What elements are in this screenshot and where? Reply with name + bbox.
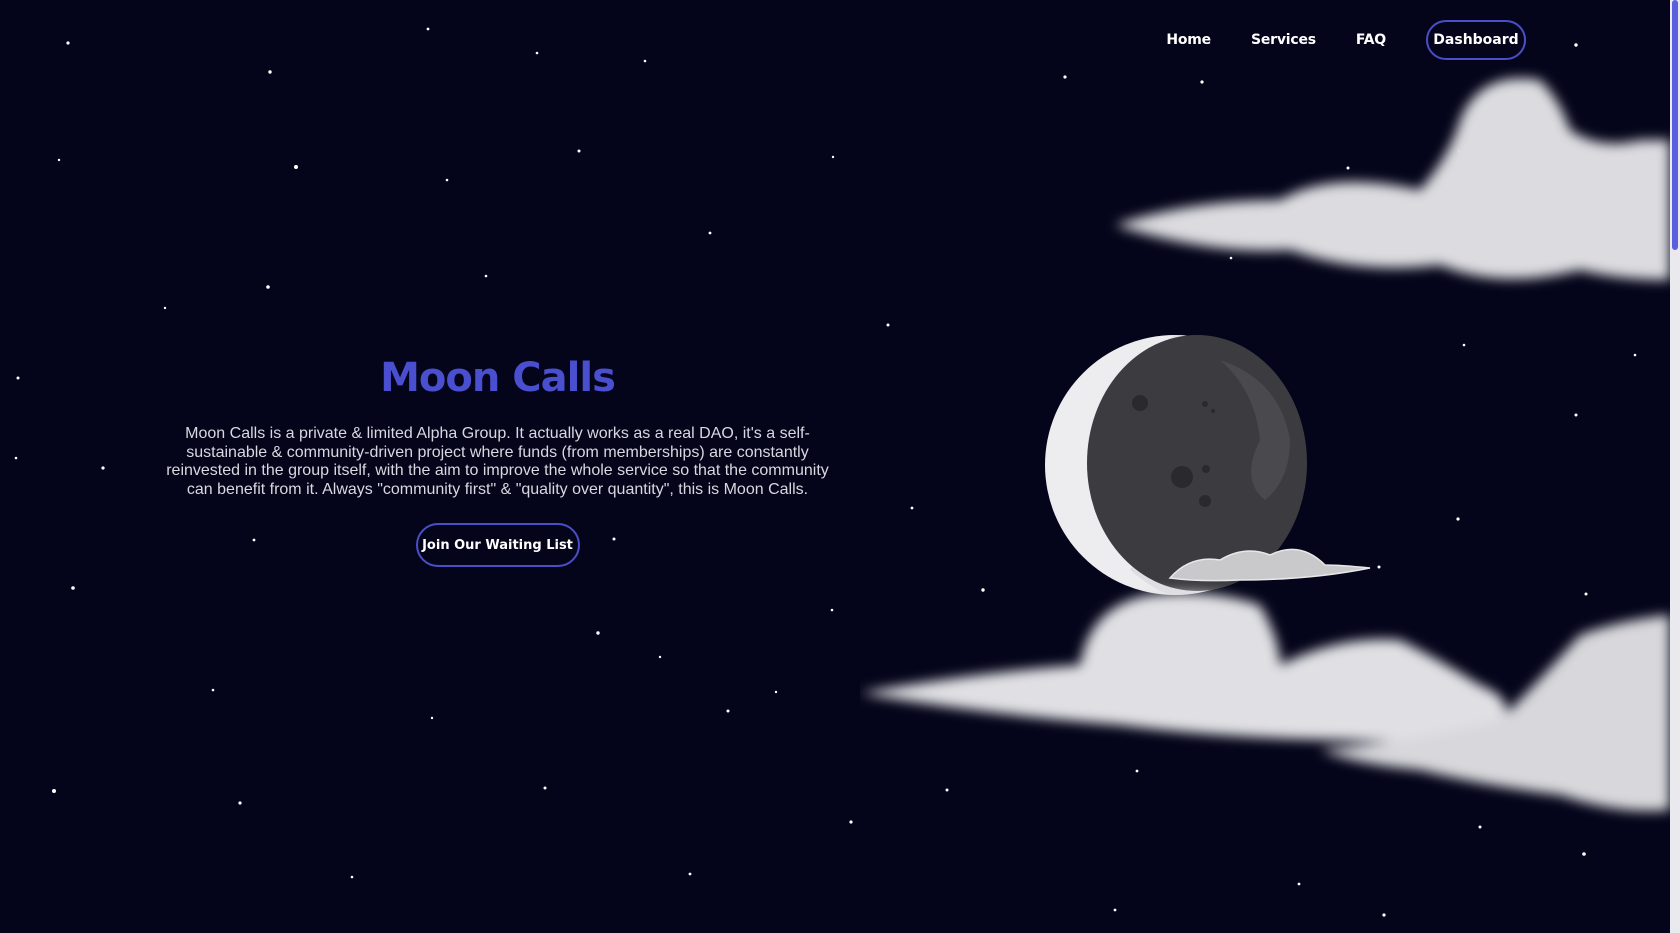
nav-faq-link[interactable]: FAQ — [1356, 32, 1386, 48]
moon-cloud-illustration — [860, 78, 1670, 811]
vertical-scrollbar[interactable] — [1670, 0, 1680, 933]
landing-page: Home Services FAQ Dashboard Moon Calls M… — [0, 0, 1680, 933]
lower-cloud — [860, 592, 1670, 811]
hero-section: Moon Calls Moon Calls is a private & lim… — [160, 355, 835, 567]
scrollbar-thumb[interactable] — [1672, 0, 1678, 250]
nav-services-link[interactable]: Services — [1251, 32, 1316, 48]
nav-home-link[interactable]: Home — [1166, 32, 1211, 48]
hero-description: Moon Calls is a private & limited Alpha … — [166, 425, 829, 498]
dashboard-button[interactable]: Dashboard — [1426, 20, 1526, 60]
join-waiting-list-button[interactable]: Join Our Waiting List — [415, 523, 580, 567]
top-navigation: Home Services FAQ Dashboard — [1166, 20, 1526, 60]
upper-cloud — [1115, 78, 1670, 280]
hero-title: Moon Calls — [380, 355, 616, 401]
